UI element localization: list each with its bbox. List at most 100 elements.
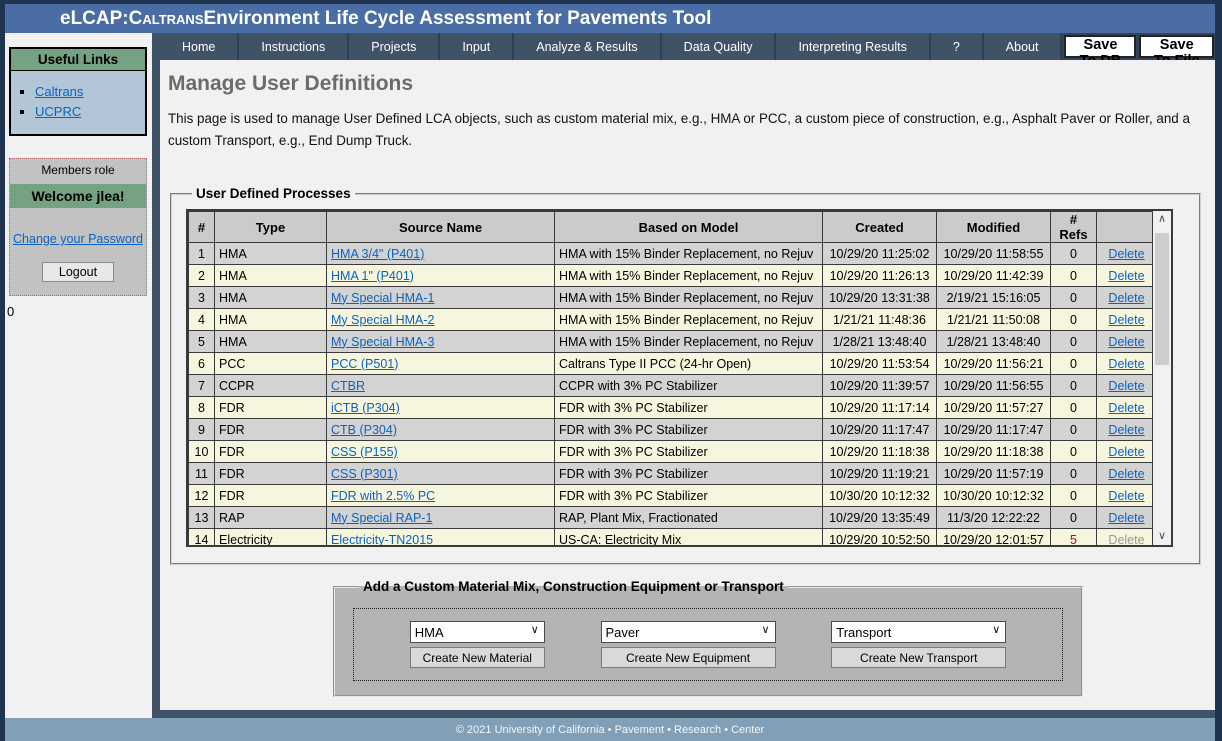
cell-created: 10/29/20 10:52:50 (823, 529, 937, 546)
change-password-link[interactable]: Change your Password (10, 232, 146, 246)
delete-link[interactable]: Delete (1108, 401, 1144, 415)
cell-based-on-model: FDR with 3% PC Stabilizer (555, 485, 823, 507)
page-title: Manage User Definitions (168, 72, 1207, 96)
source-name-link[interactable]: My Special HMA-1 (331, 291, 435, 305)
sidebar: Useful Links CaltransUCPRC Members role … (5, 33, 152, 718)
source-name-link[interactable]: CTBR (331, 379, 365, 393)
cell-refs: 0 (1051, 441, 1097, 463)
cell-delete: Delete (1097, 485, 1153, 507)
processes-table: #TypeSource NameBased on ModelCreatedMod… (188, 211, 1152, 545)
delete-link[interactable]: Delete (1108, 445, 1144, 459)
cell-based-on-model: CCPR with 3% PC Stabilizer (555, 375, 823, 397)
source-name-link[interactable]: HMA 3/4" (P401) (331, 247, 424, 261)
delete-link[interactable]: Delete (1108, 379, 1144, 393)
cell-source-name: HMA 1" (P401) (327, 265, 555, 287)
cell-created: 10/29/20 11:39:57 (823, 375, 937, 397)
logout-button[interactable]: Logout (42, 262, 114, 282)
cell-type: FDR (215, 397, 327, 419)
table-row: 14ElectricityElectricity-TN2015US-CA: El… (189, 529, 1153, 546)
vertical-scrollbar[interactable]: ∧ ∨ (1152, 211, 1171, 545)
delete-link[interactable]: Delete (1108, 335, 1144, 349)
scroll-up-icon[interactable]: ∧ (1153, 211, 1171, 228)
delete-link[interactable]: Delete (1108, 467, 1144, 481)
nav-item-help[interactable]: ? (931, 33, 984, 60)
source-name-link[interactable]: My Special HMA-2 (331, 313, 435, 327)
cell-type: Electricity (215, 529, 327, 546)
app-title-pre: eLCAP: (60, 8, 129, 30)
cell-based-on-model: HMA with 15% Binder Replacement, no Reju… (555, 243, 823, 265)
source-name-link[interactable]: My Special RAP-1 (331, 511, 432, 525)
nav-items: HomeInstructionsProjectsInputAnalyze & R… (160, 33, 1062, 60)
useful-link-caltrans[interactable]: Caltrans (35, 84, 83, 99)
cell-refs: 0 (1051, 353, 1097, 375)
source-name-link[interactable]: CTB (P304) (331, 423, 397, 437)
cell-source-name: CSS (P155) (327, 441, 555, 463)
cell-modified: 10/29/20 11:56:21 (937, 353, 1051, 375)
cell-delete: Delete (1097, 287, 1153, 309)
source-name-link[interactable]: HMA 1" (P401) (331, 269, 414, 283)
equipment-select[interactable]: Paver (601, 621, 776, 643)
create-new-transport-button[interactable]: Create New Transport (831, 647, 1006, 668)
cell-delete: Delete (1097, 463, 1153, 485)
transport-select[interactable]: Transport (831, 621, 1006, 643)
equipment-select-wrap: Paver (601, 621, 776, 643)
cell-delete: Delete (1097, 397, 1153, 419)
nav-item-data-quality[interactable]: Data Quality (662, 33, 777, 60)
table-row: 3HMAMy Special HMA-1HMA with 15% Binder … (189, 287, 1153, 309)
source-name-link[interactable]: iCTB (P304) (331, 401, 400, 415)
source-name-link[interactable]: CSS (P301) (331, 467, 398, 481)
create-new-material-button[interactable]: Create New Material (410, 647, 545, 668)
save-to-file-button[interactable]: Save To File (1139, 35, 1214, 58)
column-header: Source Name (327, 212, 555, 243)
source-name-link[interactable]: PCC (P501) (331, 357, 398, 371)
delete-link[interactable]: Delete (1108, 247, 1144, 261)
scrollbar-track[interactable] (1153, 228, 1171, 528)
nav-item-about[interactable]: About (984, 33, 1063, 60)
delete-link[interactable]: Delete (1108, 511, 1144, 525)
cell-number: 11 (189, 463, 215, 485)
delete-link[interactable]: Delete (1108, 423, 1144, 437)
cell-modified: 10/29/20 11:42:39 (937, 265, 1051, 287)
cell-source-name: My Special HMA-2 (327, 309, 555, 331)
app-window: eLCAP: Caltrans Environment Life Cycle A… (0, 0, 1222, 741)
cell-source-name: CSS (P301) (327, 463, 555, 485)
delete-link[interactable]: Delete (1108, 291, 1144, 305)
cell-based-on-model: HMA with 15% Binder Replacement, no Reju… (555, 309, 823, 331)
cell-source-name: HMA 3/4" (P401) (327, 243, 555, 265)
delete-link[interactable]: Delete (1108, 489, 1144, 503)
cell-type: CCPR (215, 375, 327, 397)
nav-item-interpreting-results[interactable]: Interpreting Results (776, 33, 930, 60)
cell-refs: 0 (1051, 265, 1097, 287)
source-name-link[interactable]: Electricity-TN2015 (331, 533, 433, 546)
cell-type: RAP (215, 507, 327, 529)
nav-item-home[interactable]: Home (160, 33, 239, 60)
nav-item-input[interactable]: Input (440, 33, 514, 60)
cell-modified: 10/29/20 11:58:55 (937, 243, 1051, 265)
cell-modified: 11/3/20 12:22:22 (937, 507, 1051, 529)
material-select[interactable]: HMA (410, 621, 545, 643)
app-title-bar: eLCAP: Caltrans Environment Life Cycle A… (5, 4, 1215, 33)
scrollbar-thumb[interactable] (1155, 233, 1169, 365)
cell-based-on-model: HMA with 15% Binder Replacement, no Reju… (555, 331, 823, 353)
add-custom-legend: Add a Custom Material Mix, Construction … (359, 579, 788, 594)
nav-item-projects[interactable]: Projects (349, 33, 440, 60)
nav-item-instructions[interactable]: Instructions (239, 33, 349, 60)
column-header: Modified (937, 212, 1051, 243)
cell-modified: 1/21/21 11:50:08 (937, 309, 1051, 331)
cell-created: 10/30/20 10:12:32 (823, 485, 937, 507)
scroll-down-icon[interactable]: ∨ (1153, 528, 1171, 545)
delete-link[interactable]: Delete (1108, 357, 1144, 371)
source-name-link[interactable]: FDR with 2.5% PC (331, 489, 435, 503)
equipment-group: Paver Create New Equipment (601, 621, 776, 668)
cell-created: 10/29/20 13:35:49 (823, 507, 937, 529)
delete-link[interactable]: Delete (1108, 313, 1144, 327)
delete-link[interactable]: Delete (1108, 269, 1144, 283)
source-name-link[interactable]: CSS (P155) (331, 445, 398, 459)
save-to-db-button[interactable]: Save To DB (1064, 35, 1136, 58)
source-name-link[interactable]: My Special HMA-3 (331, 335, 435, 349)
cell-source-name: Electricity-TN2015 (327, 529, 555, 546)
cell-type: HMA (215, 331, 327, 353)
useful-link-ucprc[interactable]: UCPRC (35, 104, 81, 119)
create-new-equipment-button[interactable]: Create New Equipment (601, 647, 776, 668)
nav-item-analyze-results[interactable]: Analyze & Results (514, 33, 661, 60)
